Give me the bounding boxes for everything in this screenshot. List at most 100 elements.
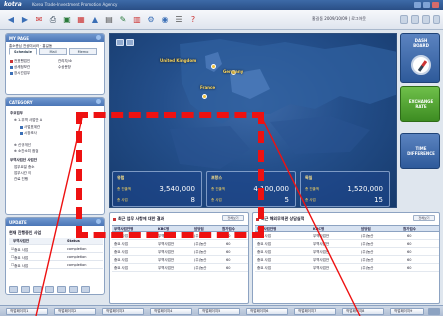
taskbar-item[interactable]: 작업페이지3 xyxy=(102,308,144,315)
list-item[interactable]: 수상문장 xyxy=(58,65,71,70)
taskbar-item[interactable]: 작업페이지8 xyxy=(342,308,384,315)
taskbar-item[interactable]: 작업페이지2 xyxy=(54,308,96,315)
tree-item[interactable]: ⊕ 소간소치 점검 xyxy=(14,149,38,154)
zoom-in-icon[interactable] xyxy=(116,39,124,46)
collapse-icon[interactable] xyxy=(96,35,101,40)
action-icon[interactable] xyxy=(81,286,90,293)
table-row[interactable]: ☐ 중요 사업 completion xyxy=(9,254,103,261)
view-all-button[interactable]: 전체보기 xyxy=(222,215,244,221)
table-row[interactable]: 중요 사업 무역사업안 (주)농산 60 xyxy=(112,265,248,272)
exchange-rate-button[interactable]: EXCHANGE RATE xyxy=(400,86,440,122)
minimize-icon[interactable] xyxy=(414,2,421,8)
table-row[interactable]: 중요 사업 무역사업안 (주)농산 60 xyxy=(112,241,248,248)
tab-memo[interactable]: Memo xyxy=(69,48,97,55)
mypage-tabs: Schedule Mail Memo xyxy=(9,48,101,55)
world-map[interactable]: United Kingdom Germany France 유럽 총 진출액 3… xyxy=(109,33,397,208)
action-icon[interactable] xyxy=(9,286,18,293)
action-icon[interactable] xyxy=(21,286,30,293)
tree-item[interactable]: ⊕ 신규개선 xyxy=(14,143,31,148)
calendar-icon[interactable]: ▦ xyxy=(76,15,86,25)
print-icon[interactable]: ⎙ xyxy=(48,15,58,25)
alert-icon[interactable]: ▲ xyxy=(90,15,100,25)
action-icon[interactable] xyxy=(33,286,42,293)
table-header: 무역사업안명 KBC명 담당팀 참가업수 xyxy=(112,225,248,232)
table-row[interactable]: 중요 사업 무역사업안 (주)농산 60 xyxy=(112,257,248,264)
action-icon[interactable] xyxy=(45,286,54,293)
table-row[interactable]: 중요 사업 무역사업안 (주)농산 60 xyxy=(255,257,439,264)
time-difference-button[interactable]: TIME DIFFERENCE xyxy=(400,133,440,169)
table-row[interactable]: 중요 사업 무역사업안 (주)농산 60 xyxy=(255,265,439,272)
mail-icon[interactable]: ✉ xyxy=(34,15,44,25)
collapse-icon[interactable] xyxy=(96,99,101,104)
taskbar-item[interactable]: 작업페이지7 xyxy=(294,308,336,315)
recent-results-panel: 최근 업무 사항에 대한 결과 전체보기 무역사업안명 KBC명 담당팀 참가업… xyxy=(109,212,249,304)
taskbar-item[interactable]: 작업페이지4 xyxy=(150,308,192,315)
taskbar-item[interactable]: 작업페이지5 xyxy=(198,308,240,315)
toolbar-nav-button[interactable] xyxy=(400,15,408,24)
tree-item[interactable]: 관료 진행 xyxy=(14,177,28,182)
dashboard-button[interactable]: DASH BOARD xyxy=(400,33,440,83)
forward-icon[interactable]: ▶ xyxy=(20,15,30,25)
toolbar-nav-button[interactable] xyxy=(433,15,440,24)
stat-box[interactable]: 유럽 총 진출액 3,540,000 총 사업 8 xyxy=(112,171,202,207)
panel-header: CATEGORY xyxy=(6,98,104,106)
category-panel: CATEGORY 주요업무 ⊕ 1.무역 사업안 A 사업표계관 시장조사 ⊕ … xyxy=(5,97,105,215)
overseas-consult-panel: 최근 해외무역관 상담실적 전체보기 무역사업안명 KBC명 담당팀 참가업수 … xyxy=(252,212,440,304)
action-icon[interactable] xyxy=(69,286,78,293)
list-item[interactable]: 상세정보관 xyxy=(10,65,30,70)
close-icon[interactable] xyxy=(432,2,439,8)
list-icon[interactable]: ☰ xyxy=(174,15,184,25)
back-icon[interactable]: ◀ xyxy=(6,15,16,25)
panel-header: MY PAGE xyxy=(6,34,104,42)
tree-root[interactable]: 주요업무 xyxy=(10,111,23,116)
stat-box[interactable]: 독일 총 진출액 1,520,000 총 사업 15 xyxy=(300,171,390,207)
tree-item[interactable]: 사업표계관 xyxy=(20,125,40,130)
update-toolbar xyxy=(9,286,103,294)
tab-schedule[interactable]: Schedule xyxy=(9,48,37,55)
table-row[interactable]: 중요 사업 무역사업안 (주)농산 60 xyxy=(255,233,439,240)
toolbar-nav-button[interactable] xyxy=(411,15,419,24)
country-label[interactable]: United Kingdom xyxy=(160,58,196,63)
toolbar-nav-button[interactable] xyxy=(422,15,430,24)
chart-icon[interactable]: ▥ xyxy=(132,15,142,25)
collapse-icon[interactable] xyxy=(96,219,101,224)
taskbar-item[interactable]: 작업페이지9 xyxy=(390,308,424,315)
help-icon[interactable]: ? xyxy=(188,15,198,25)
bookmark-icon[interactable]: ▣ xyxy=(62,15,72,25)
table-row[interactable]: 중요 사업 무역사업안 (주)농산 60 xyxy=(255,241,439,248)
taskbar: 작업페이지1 작업페이지2 작업페이지3 작업페이지4 작업페이지5 작업페이지… xyxy=(0,305,443,316)
tree-item[interactable]: 시장조사 xyxy=(20,131,37,136)
table-row[interactable]: 중요 사업 무역사업안 (주)농산 60 xyxy=(255,249,439,256)
panel-header: UPDATE xyxy=(6,218,104,226)
list-item[interactable]: 장시간업무 xyxy=(10,71,30,76)
tree-item[interactable]: 무역사업단 사업안 xyxy=(10,158,37,163)
tree-item[interactable]: 업무요일 종소 xyxy=(14,165,34,170)
taskbar-item[interactable]: 작업페이지1 xyxy=(6,308,48,315)
table-row[interactable]: 중요 사업 무역사업안 (주)농산 60 xyxy=(112,249,248,256)
zoom-out-icon[interactable] xyxy=(126,39,134,46)
taskbar-item[interactable]: 작업페이지6 xyxy=(246,308,288,315)
country-label[interactable]: Germany xyxy=(223,69,243,74)
document-icon[interactable]: ▤ xyxy=(104,15,114,25)
tree-item[interactable]: ⊕ 1.무역 사업안 A xyxy=(14,118,42,123)
action-icon[interactable] xyxy=(57,286,66,293)
globe-icon[interactable]: ◉ xyxy=(160,15,170,25)
country-marker[interactable] xyxy=(202,94,207,99)
settings-icon[interactable]: ⚙ xyxy=(146,15,156,25)
tool-icon[interactable]: ✎ xyxy=(118,15,128,25)
tree-item[interactable]: 업무시간 이 xyxy=(14,171,31,176)
tab-mail[interactable]: Mail xyxy=(39,48,67,55)
country-label[interactable]: France xyxy=(200,85,215,90)
table-row[interactable]: ☐ 중요 사업 completion xyxy=(9,262,103,269)
table-row[interactable]: 중요 사업 무역사업안 (주)농산 60 xyxy=(112,233,248,240)
maximize-icon[interactable] xyxy=(423,2,430,8)
list-item[interactable]: 관리자/소 xyxy=(58,59,72,64)
update-panel: UPDATE 현재 진행중인 사업 무역사업안 Status ☑ 중요 사업 c… xyxy=(5,217,105,295)
country-marker[interactable] xyxy=(211,64,216,69)
taskbar-scroll-icon[interactable] xyxy=(428,308,440,315)
mypage-panel: MY PAGE 홍소총님 전상미씨러 · 홍길동 Schedule Mail M… xyxy=(5,33,105,95)
table-row[interactable]: ☑ 중요 사업 completion xyxy=(9,246,103,253)
view-all-button[interactable]: 전체보기 xyxy=(413,215,435,221)
stat-box[interactable]: 프랑스 총 진출액 4,100,000 총 사업 5 xyxy=(206,171,296,207)
list-item[interactable]: 전표팬업인 xyxy=(10,59,30,64)
